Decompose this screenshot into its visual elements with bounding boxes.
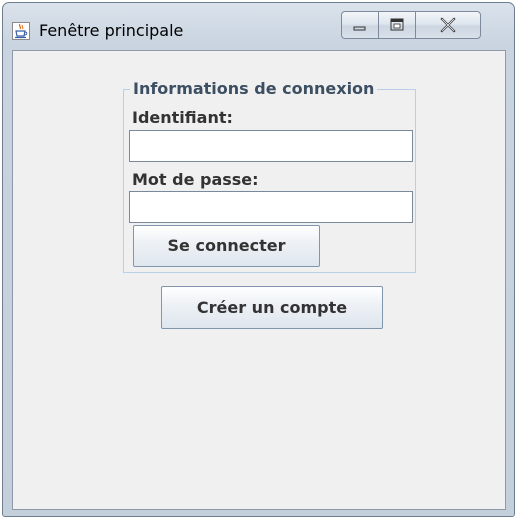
main-window: Fenêtre principale Informations de conne… bbox=[2, 2, 515, 517]
username-label: Identifiant: bbox=[132, 108, 233, 127]
java-cup-icon bbox=[12, 22, 30, 40]
maximize-button[interactable] bbox=[378, 11, 416, 39]
window-title: Fenêtre principale bbox=[39, 21, 184, 40]
username-field[interactable] bbox=[129, 130, 413, 162]
create-account-button[interactable]: Créer un compte bbox=[161, 286, 383, 329]
login-panel-title: Informations de connexion bbox=[130, 79, 378, 99]
content-pane: Informations de connexion Identifiant: M… bbox=[12, 50, 506, 510]
title-bar[interactable]: Fenêtre principale bbox=[3, 3, 514, 49]
maximize-icon bbox=[390, 18, 404, 31]
password-label: Mot de passe: bbox=[132, 170, 259, 189]
login-panel: Informations de connexion Identifiant: M… bbox=[123, 79, 416, 273]
close-button[interactable] bbox=[415, 11, 481, 39]
password-field[interactable] bbox=[129, 191, 413, 223]
minimize-icon bbox=[353, 26, 366, 31]
minimize-button[interactable] bbox=[341, 11, 379, 39]
close-icon bbox=[440, 17, 456, 33]
connect-button[interactable]: Se connecter bbox=[133, 225, 320, 267]
